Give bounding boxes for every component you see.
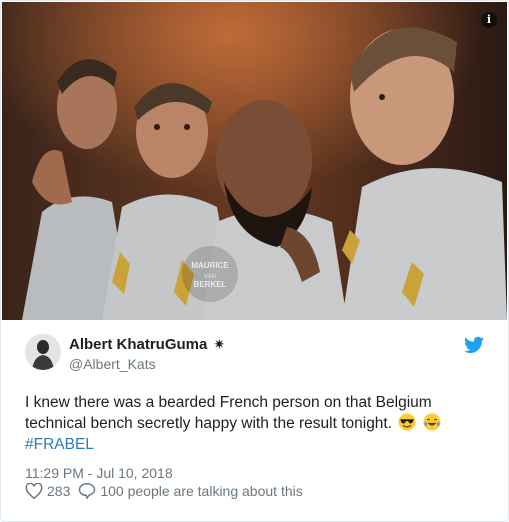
watermark-text: MAURICE	[191, 261, 229, 270]
sunglasses-emoji-icon	[398, 413, 416, 431]
author-display-name[interactable]: Albert KhatruGuma	[69, 336, 207, 353]
watermark-text: BERKEL	[194, 280, 227, 289]
avatar[interactable]	[25, 334, 61, 370]
tweet-body: I knew there was a bearded French person…	[25, 394, 432, 432]
talking-count: 100 people are talking about this	[100, 482, 303, 499]
tweet-timestamp[interactable]: 11:29 PM - Jul 10, 2018	[25, 465, 484, 481]
conversation-button[interactable]: 100 people are talking about this	[78, 482, 303, 499]
tweet-card: MAURICE VAN BERKEL i Albert KhatruGuma ✷ …	[0, 0, 509, 522]
tweet-actions: 283 100 people are talking about this	[25, 482, 311, 499]
bench-photo-illustration: MAURICE VAN BERKEL	[2, 2, 507, 320]
hashtag-link[interactable]: #FRABEL	[25, 436, 94, 453]
heart-icon	[25, 482, 43, 499]
author-handle[interactable]: @Albert_Kats	[69, 356, 225, 372]
speech-bubble-icon	[79, 482, 96, 499]
badge-icon: ✷	[213, 336, 226, 352]
tweet-header: Albert KhatruGuma ✷ @Albert_Kats	[1, 320, 508, 382]
tears-of-joy-emoji-icon	[423, 413, 441, 431]
twitter-bird-icon[interactable]	[464, 336, 484, 354]
tweet-text: I knew there was a bearded French person…	[25, 392, 484, 455]
like-button[interactable]: 283	[25, 482, 71, 499]
tweet-photo[interactable]: MAURICE VAN BERKEL i	[2, 2, 507, 320]
info-icon[interactable]: i	[481, 12, 497, 28]
like-count: 283	[47, 482, 71, 499]
